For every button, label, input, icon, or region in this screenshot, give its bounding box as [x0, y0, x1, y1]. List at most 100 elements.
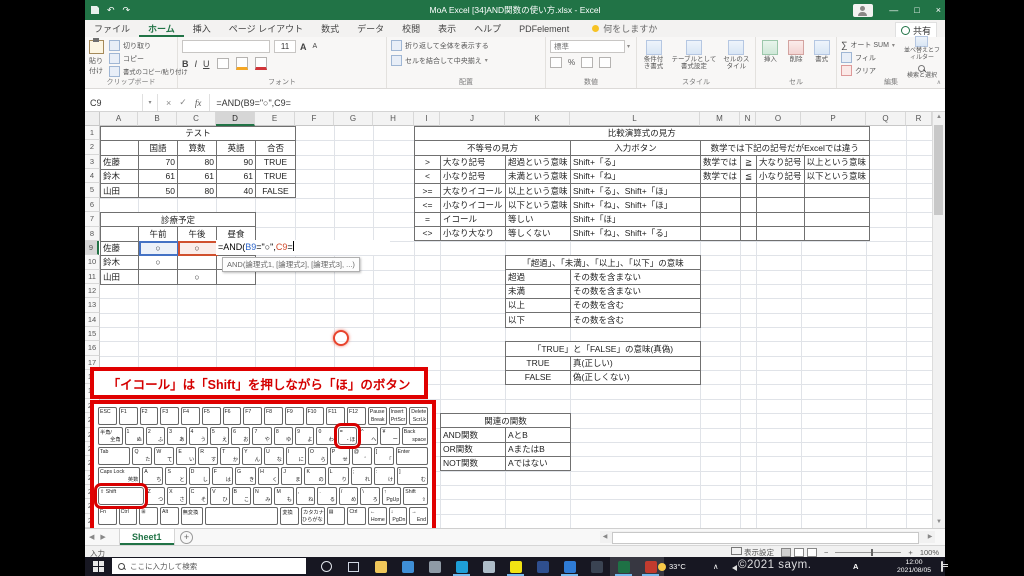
- cell-comparison[interactable]: 以上という意味: [803, 154, 870, 170]
- cell-comparison[interactable]: ≦: [740, 168, 757, 185]
- cell-comparison[interactable]: Shift+「る」: [570, 154, 701, 170]
- row-header-9[interactable]: 9: [85, 240, 99, 256]
- cell-comparison[interactable]: 大なりイコール: [440, 183, 506, 199]
- cell-comparison[interactable]: 以下という意味: [803, 168, 870, 185]
- row-header-12[interactable]: 12: [85, 283, 100, 299]
- cell-comparison[interactable]: [700, 183, 741, 199]
- cell-truefalse[interactable]: 偽(正しくない): [570, 369, 701, 386]
- row-header-14[interactable]: 14: [85, 312, 100, 328]
- cell-related[interactable]: OR関数: [440, 441, 506, 458]
- cell-comparison[interactable]: [740, 226, 757, 242]
- store-icon[interactable]: [421, 557, 448, 576]
- cell-comparison[interactable]: [740, 211, 757, 228]
- cell-meaning[interactable]: 超過: [505, 269, 571, 285]
- cell-clinic[interactable]: [177, 255, 217, 271]
- scroll-left-arrow[interactable]: ◀: [600, 531, 610, 543]
- cell-test[interactable]: 50: [138, 183, 178, 199]
- cell-related[interactable]: AとB: [505, 427, 571, 443]
- cell-comparison[interactable]: <>: [414, 226, 441, 242]
- column-header-R[interactable]: R: [906, 112, 932, 126]
- cell-test[interactable]: 61: [177, 168, 217, 185]
- cell-comparison[interactable]: Shift+「ほ」: [570, 211, 701, 228]
- column-header-L[interactable]: L: [570, 112, 700, 126]
- cell-meaning[interactable]: その数を含む: [570, 312, 701, 328]
- vertical-scrollbar[interactable]: ▲ ▼: [932, 112, 945, 528]
- cell-comparison[interactable]: 数学では下記の記号だがExcelでは違う: [700, 140, 870, 156]
- start-button[interactable]: [93, 561, 104, 572]
- row-header-13[interactable]: 13: [85, 298, 100, 313]
- share-app-icon[interactable]: [583, 557, 610, 576]
- cell-comparison[interactable]: 未満という意味: [505, 168, 571, 185]
- notes-app-icon[interactable]: [475, 557, 502, 576]
- add-sheet-button[interactable]: +: [180, 531, 193, 544]
- column-header-H[interactable]: H: [373, 112, 414, 126]
- cortana-icon[interactable]: [313, 557, 340, 576]
- cell-meaning[interactable]: その数を含む: [570, 298, 701, 314]
- ime-indicator[interactable]: A: [853, 557, 858, 576]
- cell-clinic[interactable]: [100, 226, 139, 242]
- yellow-app-icon[interactable]: [502, 557, 529, 576]
- zoom-in-button[interactable]: +: [908, 548, 912, 557]
- weather-widget[interactable]: 33°C: [658, 557, 686, 576]
- cell-comparison[interactable]: [740, 197, 757, 213]
- cell-comparison[interactable]: 等しくない: [505, 226, 571, 242]
- pinned-app-icon[interactable]: [529, 557, 556, 576]
- row-header-7[interactable]: 7: [85, 212, 100, 227]
- horizontal-scrollbar[interactable]: ◀ ▶: [600, 531, 935, 544]
- column-header-C[interactable]: C: [177, 112, 216, 126]
- cell-comparison[interactable]: =: [414, 211, 441, 228]
- cell-comparison[interactable]: [756, 183, 805, 199]
- cell-truefalse[interactable]: 「TRUE」と「FALSE」の意味(真偽): [505, 341, 701, 357]
- cell-test[interactable]: 40: [216, 183, 256, 199]
- row-header-8[interactable]: 8: [85, 226, 100, 241]
- cell-clinic[interactable]: ○: [138, 255, 178, 271]
- cell-clinic[interactable]: 佐藤: [100, 240, 139, 257]
- cell-truefalse[interactable]: FALSE: [505, 369, 571, 386]
- cell-comparison[interactable]: >: [414, 154, 441, 170]
- cell-comparison[interactable]: 超過という意味: [505, 154, 571, 170]
- cell-test[interactable]: 鈴木: [100, 168, 139, 185]
- excel-icon[interactable]: [610, 557, 637, 576]
- cell-test[interactable]: 80: [177, 154, 217, 170]
- cell-comparison[interactable]: 小なり大なり: [440, 226, 506, 242]
- cell-test[interactable]: 61: [216, 168, 256, 185]
- row-header-3[interactable]: 3: [85, 154, 100, 170]
- column-header-P[interactable]: P: [801, 112, 866, 126]
- cell-test[interactable]: 国語: [138, 140, 178, 156]
- cell-meaning[interactable]: 未満: [505, 283, 571, 300]
- next-sheet-button[interactable]: ▶: [100, 533, 105, 541]
- cell-clinic[interactable]: [216, 269, 256, 285]
- cell-comparison[interactable]: 大なり記号: [756, 154, 805, 170]
- cell-comparison[interactable]: イコール: [440, 211, 506, 228]
- cell-comparison[interactable]: [756, 197, 805, 213]
- cell-related[interactable]: NOT関数: [440, 456, 506, 472]
- cell-test[interactable]: TRUE: [255, 168, 296, 185]
- column-header-O[interactable]: O: [756, 112, 801, 126]
- row-header-5[interactable]: 5: [85, 183, 100, 198]
- photos-icon[interactable]: [394, 557, 421, 576]
- cell-meaning[interactable]: 以上: [505, 298, 571, 314]
- mail-icon[interactable]: [556, 557, 583, 576]
- column-header-N[interactable]: N: [740, 112, 756, 126]
- cell-test[interactable]: 70: [138, 154, 178, 170]
- cell-clinic[interactable]: [138, 269, 178, 285]
- normal-view-button[interactable]: [781, 548, 792, 557]
- column-header-A[interactable]: A: [100, 112, 138, 126]
- cell-meaning[interactable]: 「超過」、「未満」、「以上」、「以下」の意味: [505, 255, 701, 271]
- page-break-view-button[interactable]: [807, 548, 818, 557]
- cell-comparison[interactable]: Shift+「ね」、Shift+「る」: [570, 226, 701, 242]
- cell-comparison[interactable]: 以上という意味: [505, 183, 571, 199]
- editing-cell-d9[interactable]: =AND(B9="○",C9=: [216, 240, 390, 255]
- cell-comparison[interactable]: 不等号の見方: [414, 140, 571, 156]
- cell-comparison[interactable]: 小なり記号: [440, 168, 506, 185]
- cell-comparison[interactable]: [700, 197, 741, 213]
- cell-clinic[interactable]: 午前: [138, 226, 178, 242]
- cell-related[interactable]: Aではない: [505, 456, 571, 472]
- clock[interactable]: 12:00 2021/08/05: [891, 559, 937, 576]
- tray-expand-button[interactable]: ∧: [713, 557, 719, 576]
- column-header-K[interactable]: K: [505, 112, 570, 126]
- sheet-tab-sheet1[interactable]: Sheet1: [119, 529, 175, 545]
- cell-comparison[interactable]: [756, 226, 805, 242]
- cell-test[interactable]: TRUE: [255, 154, 296, 170]
- vertical-scroll-thumb[interactable]: [934, 125, 943, 215]
